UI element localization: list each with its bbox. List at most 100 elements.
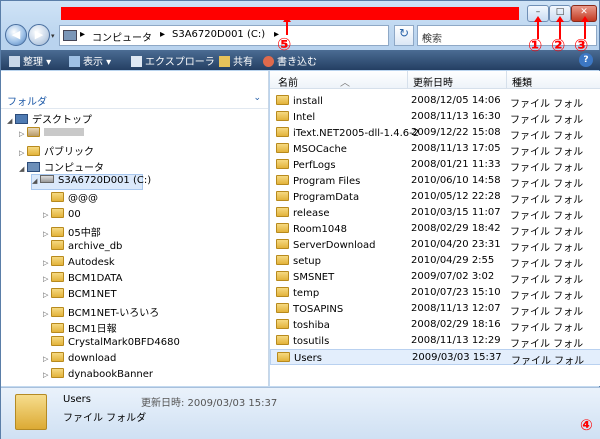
folder-icon <box>51 336 64 346</box>
expander-icon[interactable]: ▷ <box>19 149 27 157</box>
file-row[interactable]: ServerDownload 2010/04/20 23:31 ファイル フォル <box>270 237 600 254</box>
file-row[interactable]: Room1048 2008/02/29 18:42 ファイル フォル <box>270 221 600 238</box>
explorer-icon <box>131 56 142 67</box>
column-header-date[interactable]: 更新日時 <box>413 74 453 89</box>
file-row[interactable]: tosutils 2008/11/13 12:29 ファイル フォル <box>270 333 600 350</box>
column-header-name[interactable]: 名前 <box>278 74 298 89</box>
file-row[interactable]: Program Files 2010/06/10 14:58 ファイル フォル <box>270 173 600 190</box>
file-type: ファイル フォル <box>510 275 584 286</box>
search-input[interactable]: 検索 ⌕ <box>417 25 597 46</box>
file-name: ServerDownload <box>293 240 376 251</box>
folder-icon <box>276 239 289 249</box>
file-row[interactable]: iText.NET2005-dll-1.4.6-2 2009/12/22 15:0… <box>270 125 600 142</box>
expander-icon[interactable]: ▷ <box>43 230 51 238</box>
history-dropdown-icon[interactable]: ▾ <box>51 32 55 40</box>
file-row[interactable]: toshiba 2008/02/29 18:16 ファイル フォル <box>270 317 600 334</box>
folder-icon <box>51 307 64 317</box>
column-header-type[interactable]: 種類 <box>512 74 532 89</box>
address-bar[interactable]: ▸ コンピュータ ▸ S3A6720D001 (C:) ▸ <box>59 25 389 46</box>
file-row[interactable]: PerfLogs 2008/01/21 11:33 ファイル フォル <box>270 157 600 174</box>
tree-item-computer[interactable]: ◢ コンピュータ <box>19 159 104 175</box>
annotation-1: ① <box>528 36 543 56</box>
command-toolbar: 整理 ▾ 表示 ▾ エクスプローラ 共有 書き込む ? <box>1 50 600 70</box>
organize-icon <box>9 56 20 67</box>
tree-item-folder[interactable]: ▷ 05中部 <box>43 224 101 240</box>
expander-icon[interactable]: ▷ <box>43 259 51 267</box>
expander-icon[interactable]: ▷ <box>43 211 51 219</box>
file-row[interactable]: temp 2010/07/23 15:10 ファイル フォル <box>270 285 600 302</box>
tree-item-folder[interactable]: ▷ Autodesk <box>43 256 115 272</box>
folder-icon <box>51 240 64 250</box>
burn-button[interactable]: 書き込む <box>263 53 317 68</box>
file-name: TOSAPINS <box>293 304 344 315</box>
tree-item-desktop[interactable]: ◢ デスクトップ <box>7 111 92 127</box>
chevron-down-icon[interactable]: ⌄ <box>253 93 261 103</box>
breadcrumb-drive[interactable]: S3A6720D001 (C:) <box>172 29 265 40</box>
tree-item-label: dynabookBanner <box>68 369 154 380</box>
folder-icon <box>276 303 289 313</box>
file-row[interactable]: setup 2010/04/29 2:55 ファイル フォル <box>270 253 600 270</box>
file-row-selected[interactable]: Users 2009/03/03 15:37 ファイル フォル <box>270 349 600 367</box>
user-folder-icon <box>27 127 40 137</box>
search-icon[interactable]: ⌕ <box>422 29 592 43</box>
tree-item-folder[interactable]: ▷ dynabookBanner <box>43 368 153 384</box>
back-button[interactable]: ◀ <box>5 24 27 46</box>
folders-header[interactable]: フォルダ ⌄ <box>1 91 268 109</box>
expander-icon[interactable]: ▷ <box>43 291 51 299</box>
breadcrumb-separator-icon[interactable]: ▸ <box>160 29 165 40</box>
column-divider[interactable] <box>506 71 507 89</box>
share-button[interactable]: 共有 <box>219 53 253 68</box>
tree-item-label: コンピュータ <box>44 163 104 174</box>
folder-icon <box>276 175 289 185</box>
tree-item-folder[interactable]: ▷ download <box>43 352 116 368</box>
tree-item-folder[interactable]: CrystalMark0BFD4680 <box>43 336 180 352</box>
computer-icon <box>27 162 40 172</box>
tree-item-public[interactable]: ▷ パブリック <box>19 143 94 159</box>
tree-item-label: パブリック <box>44 147 94 158</box>
file-name: Room1048 <box>293 224 347 235</box>
breadcrumb-separator-icon[interactable]: ▸ <box>80 29 85 40</box>
expander-icon[interactable]: ▷ <box>19 130 27 138</box>
tree-item-folder[interactable]: ▷ BCM1NET <box>43 288 117 304</box>
expander-icon[interactable]: ▷ <box>43 371 51 379</box>
expander-icon[interactable]: ▷ <box>43 275 51 283</box>
tree-item-folder[interactable]: @@@ <box>43 192 98 208</box>
tree-item-folder[interactable]: ▷ BCM1DATA <box>43 272 122 288</box>
file-name: ProgramData <box>293 192 360 203</box>
refresh-button[interactable]: ↻ <box>394 25 414 46</box>
file-list-pane: ︿ 名前 更新日時 種類 install 2008/12/05 14:06 ファイル… <box>270 71 600 386</box>
file-row[interactable]: ProgramData 2010/05/12 22:28 ファイル フォル <box>270 189 600 206</box>
folder-icon <box>276 95 289 105</box>
file-row[interactable]: TOSAPINS 2008/11/13 12:07 ファイル フォル <box>270 301 600 318</box>
file-row[interactable]: MSOCache 2008/11/13 17:05 ファイル フォル <box>270 141 600 158</box>
folder-icon <box>51 272 64 282</box>
breadcrumb-computer[interactable]: コンピュータ <box>92 29 152 44</box>
column-divider[interactable] <box>407 71 408 89</box>
tree-item-folder[interactable]: archive_db <box>43 240 122 256</box>
expander-icon[interactable]: ◢ <box>19 165 27 173</box>
tree-item-label: CrystalMark0BFD4680 <box>68 337 180 348</box>
folder-icon <box>276 319 289 329</box>
expander-icon[interactable]: ◢ <box>7 117 15 125</box>
expander-icon[interactable]: ▷ <box>43 355 51 363</box>
tree-item-user[interactable]: ▷ <box>19 127 84 143</box>
expander-icon[interactable]: ◢ <box>32 177 40 185</box>
file-row[interactable]: release 2010/03/15 11:07 ファイル フォル <box>270 205 600 222</box>
drive-icon <box>40 175 54 183</box>
file-row[interactable]: SMSNET 2009/07/02 3:02 ファイル フォル <box>270 269 600 286</box>
tree-item-folder[interactable]: ▷ BCM1NET-いろいろ <box>43 304 159 320</box>
title-bar[interactable]: – □ ✕ <box>1 1 600 23</box>
views-button[interactable]: 表示 ▾ <box>69 53 111 68</box>
file-row[interactable]: install 2008/12/05 14:06 ファイル フォル <box>270 93 600 110</box>
folder-icon <box>276 223 289 233</box>
tree-item-folder[interactable]: BCM1日報 <box>43 320 117 336</box>
file-row[interactable]: Intel 2008/11/13 16:30 ファイル フォル <box>270 109 600 126</box>
forward-button[interactable]: ▶ <box>28 24 50 46</box>
organize-button[interactable]: 整理 ▾ <box>9 53 51 68</box>
explorer-button[interactable]: エクスプローラ <box>131 53 215 68</box>
folder-icon <box>51 323 64 333</box>
expander-icon[interactable]: ▷ <box>43 310 51 318</box>
sort-arrow-icon: ︿ <box>340 78 350 89</box>
tree-item-folder[interactable]: ▷ 00 <box>43 208 81 224</box>
tree-item-drive-c[interactable]: ◢ S3A6720D001 (C:) <box>31 174 151 190</box>
